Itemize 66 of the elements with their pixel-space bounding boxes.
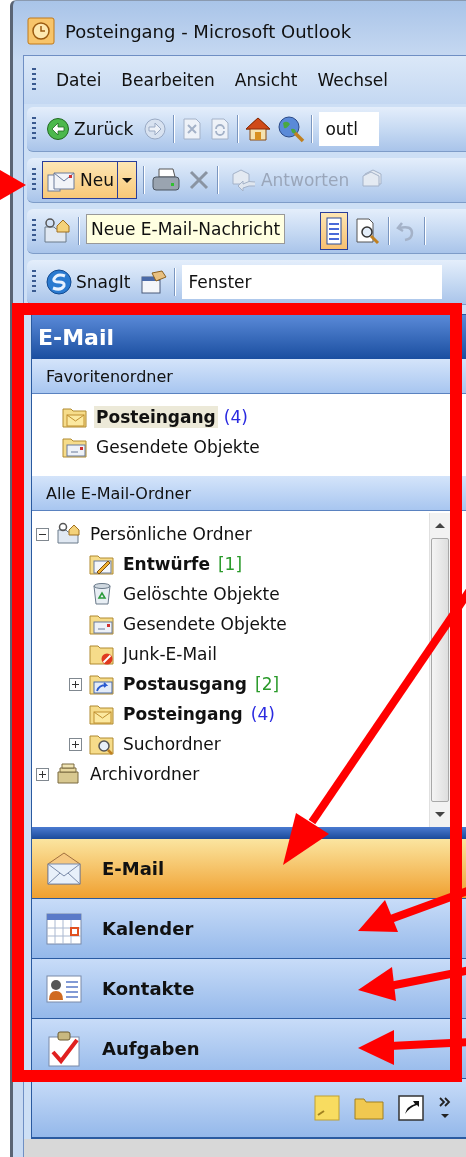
folder-icon: [89, 732, 115, 756]
section-header[interactable]: Favoritenordner: [32, 359, 466, 394]
expand-toggle[interactable]: [69, 737, 83, 751]
menu-item[interactable]: Datei: [56, 70, 102, 90]
annotation-arrow: [0, 170, 26, 200]
folder-item[interactable]: Suchordner: [121, 733, 223, 755]
collapse-toggle[interactable]: [36, 527, 50, 541]
window-capture-icon[interactable]: [140, 269, 169, 295]
printer-icon[interactable]: [150, 167, 181, 193]
folder-item[interactable]: Persönliche Ordner: [88, 523, 254, 545]
folder-item[interactable]: Entwürfe: [121, 553, 212, 575]
toolbar-grip[interactable]: [32, 270, 36, 294]
back-button[interactable]: Zurück: [42, 114, 138, 144]
scrollbar[interactable]: [429, 513, 450, 827]
folder-icon: [89, 672, 115, 696]
menu-item[interactable]: Bearbeiten: [121, 70, 215, 90]
section-header[interactable]: Alle E-Mail-Ordner: [32, 476, 466, 511]
menu-item[interactable]: Ansicht: [234, 70, 298, 90]
nav-button[interactable]: Kontakte: [32, 959, 466, 1019]
item-count: (4): [250, 704, 275, 724]
folder-item[interactable]: Archivordner: [88, 763, 202, 785]
folder-item[interactable]: Gelöschte Objekte: [121, 583, 282, 605]
expand-toggle[interactable]: [69, 677, 83, 691]
folder-item[interactable]: Postausgang: [121, 673, 249, 695]
folder-item[interactable]: Gesendete Objekte: [94, 436, 262, 458]
home-icon[interactable]: [245, 116, 272, 142]
find-icon[interactable]: [354, 217, 382, 245]
folder-icon: [62, 435, 88, 459]
tooltip: Neue E-Mail-Nachricht: [86, 214, 286, 244]
folder-item[interactable]: Junk-E-Mail: [121, 643, 219, 665]
stacked-folders-icon: [56, 762, 82, 786]
toolbar-grip[interactable]: [32, 117, 36, 141]
window-title: Posteingang - Microsoft Outlook: [65, 20, 352, 42]
expand-toggle[interactable]: [36, 767, 50, 781]
item-count: (4): [223, 407, 248, 427]
snagit-logo-icon: [46, 269, 72, 295]
globe-search-icon[interactable]: [277, 115, 306, 143]
folder-icon: [89, 612, 115, 636]
snagit-button[interactable]: SnagIt: [42, 266, 135, 298]
folders-house-icon[interactable]: [42, 217, 72, 245]
pane-header: E-Mail: [32, 315, 466, 359]
folder-item[interactable]: Posteingang: [94, 406, 218, 428]
folder-icon: [89, 552, 115, 576]
chevron-menu-icon[interactable]: [438, 1095, 452, 1121]
item-count: [1]: [217, 554, 243, 574]
address-field[interactable]: outl: [319, 112, 380, 146]
new-button[interactable]: Neu: [42, 161, 118, 199]
folder-item[interactable]: Gesendete Objekte: [121, 613, 289, 635]
folder-item[interactable]: Posteingang: [121, 703, 245, 725]
address-book-button[interactable]: [320, 212, 348, 250]
toolbar-grip[interactable]: [32, 168, 36, 192]
clock-icon: [27, 17, 55, 45]
nav-button[interactable]: E-Mail: [32, 839, 466, 899]
window-field[interactable]: Fenster: [182, 265, 443, 299]
dropdown-button[interactable]: [116, 161, 137, 199]
toolbar-grip[interactable]: [32, 219, 36, 243]
splitter-handle[interactable]: [32, 827, 466, 839]
item-count: [2]: [255, 674, 280, 694]
folder-icon: [89, 642, 115, 666]
folder-icon: [89, 702, 115, 726]
nav-button[interactable]: Kalender: [32, 899, 466, 959]
shortcut-icon[interactable]: [398, 1095, 424, 1121]
folder-icon: [62, 405, 88, 429]
toolbar-grip[interactable]: [32, 68, 36, 92]
folders-house-icon: [56, 522, 82, 546]
menu-item[interactable]: Wechsel: [317, 70, 388, 90]
